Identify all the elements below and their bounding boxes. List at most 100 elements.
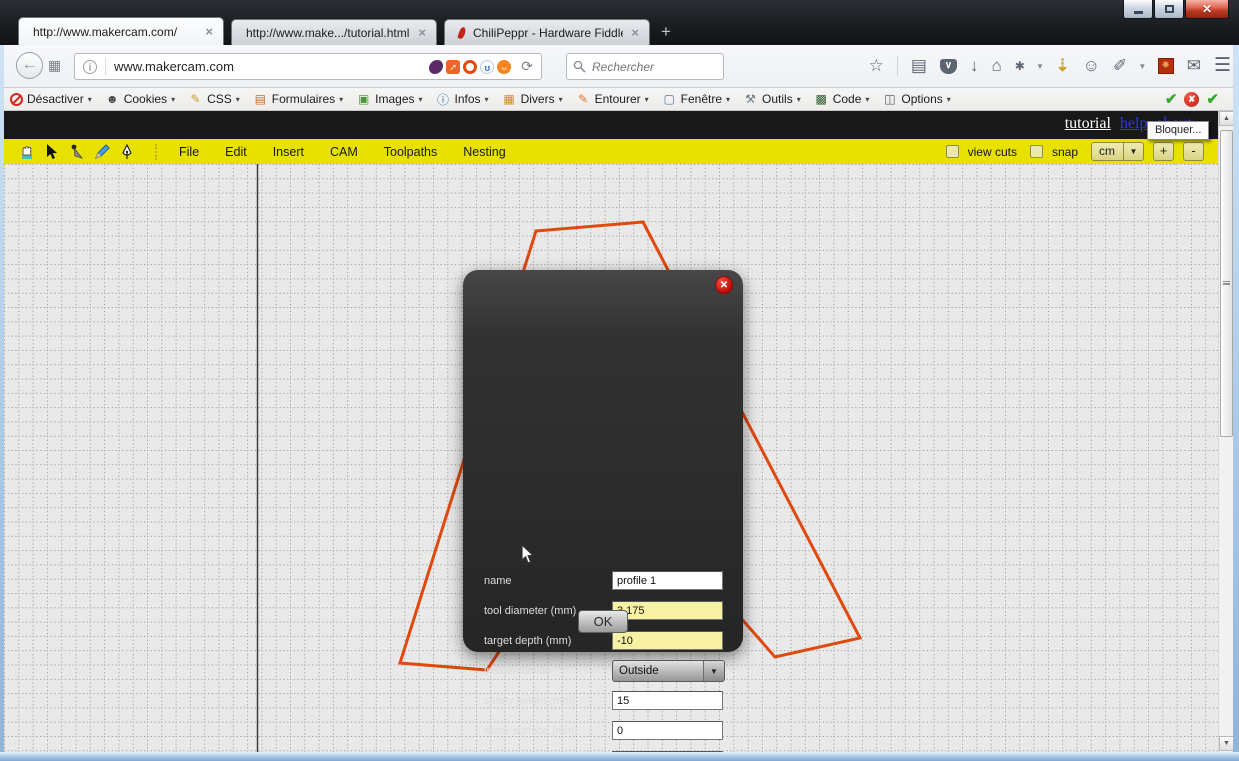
profile-dialog: ✕ name tool diameter (mm) target depth (… <box>463 270 743 652</box>
tab-close-icon[interactable]: × <box>418 25 426 40</box>
swirl-badge-icon[interactable]: ʊ <box>480 60 494 74</box>
target-depth-field[interactable] <box>612 631 723 650</box>
smiley-addon-icon[interactable]: ☺ <box>1083 54 1100 78</box>
divider <box>897 56 898 76</box>
inside-outside-dropdown[interactable]: Outside ▼ <box>612 660 725 682</box>
devbar-item-divers[interactable]: ▦ Divers ▾ <box>502 92 563 106</box>
devbar-item-fenetre[interactable]: ▢ Fenêtre ▾ <box>662 92 730 106</box>
minimize-button[interactable] <box>1123 0 1153 19</box>
unit-dropdown[interactable]: cm ▼ <box>1091 142 1144 161</box>
dropdown-arrow-icon[interactable]: ▼ <box>703 661 724 681</box>
maximize-button[interactable] <box>1154 0 1184 19</box>
name-field[interactable] <box>612 571 723 590</box>
pocket-icon[interactable]: ∨ <box>940 59 957 74</box>
devbar-item-images[interactable]: ▣ Images ▾ <box>356 92 422 106</box>
view-cuts-checkbox[interactable] <box>946 145 959 158</box>
downloads-icon[interactable]: ↓ <box>970 54 979 78</box>
circle-badge-icon[interactable] <box>463 60 477 74</box>
menu-cam[interactable]: CAM <box>330 145 358 159</box>
devbar-item-cookies[interactable]: ☻ Cookies ▾ <box>105 92 175 106</box>
url-bar[interactable]: i www.makercam.com ➚ ʊ ᴗ ⟳ <box>74 53 542 80</box>
devbar-item-desactiver[interactable]: Désactiver ▾ <box>10 92 92 106</box>
stock-surface-field[interactable] <box>612 721 723 740</box>
scrollbar-thumb[interactable] <box>1220 130 1233 437</box>
node-select-icon[interactable] <box>68 143 86 161</box>
chevron-down-icon: ▾ <box>339 95 343 104</box>
close-button[interactable]: ✕ <box>1185 0 1229 19</box>
devbar-item-outils[interactable]: ⚒ Outils ▾ <box>743 92 801 106</box>
tab-tutorial[interactable]: http://www.make.../tutorial.html × <box>231 19 437 45</box>
vertical-scrollbar[interactable]: ▲ ▼ <box>1218 111 1233 752</box>
zoom-in-button[interactable]: + <box>1153 142 1174 161</box>
tool-diameter-field[interactable] <box>612 601 723 620</box>
pepper-icon <box>457 26 466 39</box>
reload-icon[interactable]: ⟳ <box>521 58 533 75</box>
home-icon[interactable]: ⌂ <box>991 54 1001 78</box>
chevron-down-icon: ▾ <box>171 95 175 104</box>
scrapbook-addon-icon[interactable]: ✹ <box>1158 58 1174 74</box>
hamburger-menu-icon[interactable]: ☰ <box>1214 54 1231 78</box>
smiley-badge-icon[interactable]: ᴗ <box>497 60 511 74</box>
tab-chilipeppr[interactable]: ChiliPeppr - Hardware Fiddle × <box>444 19 650 45</box>
bookmark-star-icon[interactable]: ☆ <box>869 54 884 78</box>
pencil-tool-icon[interactable] <box>93 143 111 161</box>
menu-nesting[interactable]: Nesting <box>463 145 505 159</box>
back-button[interactable]: ← <box>16 52 43 79</box>
arrow-badge-icon[interactable]: ➚ <box>446 60 460 74</box>
makercam-toolbar: File Edit Insert CAM Toolpaths Nesting v… <box>4 139 1218 164</box>
safety-height-field[interactable] <box>612 691 723 710</box>
valid-check-icon[interactable]: ✔ <box>1206 90 1219 108</box>
window-border-left <box>0 45 4 761</box>
divider <box>105 58 106 75</box>
snap-checkbox[interactable] <box>1030 145 1043 158</box>
zoom-out-button[interactable]: - <box>1183 142 1204 161</box>
scroll-down-button[interactable]: ▼ <box>1219 736 1234 751</box>
menu-insert[interactable]: Insert <box>273 145 304 159</box>
downthemall-icon[interactable]: ⇣ <box>1055 54 1069 78</box>
chevron-down-icon[interactable]: ▾ <box>1038 54 1043 78</box>
eggplant-icon[interactable] <box>429 60 443 74</box>
devbar-item-formulaires[interactable]: ▤ Formulaires ▾ <box>253 92 343 106</box>
options-icon: ◫ <box>882 92 897 106</box>
field-label-target-depth: target depth (mm) <box>484 635 571 647</box>
url-text[interactable]: www.makercam.com <box>114 59 429 74</box>
ok-button[interactable]: OK <box>578 610 628 633</box>
devbar-item-css[interactable]: ✎ CSS ▾ <box>188 92 240 106</box>
devbar-item-label: Options <box>901 92 942 106</box>
devbar-item-entourer[interactable]: ✎ Entourer ▾ <box>576 92 649 106</box>
valid-check-icon[interactable]: ✔ <box>1165 90 1178 108</box>
pan-hand-icon[interactable] <box>18 143 36 161</box>
close-icon: ✕ <box>1202 2 1212 16</box>
tab-close-icon[interactable]: × <box>631 25 639 40</box>
search-box[interactable] <box>566 53 724 80</box>
devbar-item-code[interactable]: ▩ Code ▾ <box>814 92 870 106</box>
help-link[interactable]: help <box>1120 115 1148 133</box>
page-addon-icons: ➚ ʊ ᴗ <box>429 60 511 74</box>
menu-edit[interactable]: Edit <box>225 145 247 159</box>
menu-file[interactable]: File <box>179 145 199 159</box>
devbar-item-options[interactable]: ◫ Options ▾ <box>882 92 950 106</box>
menu-bar: File Edit Insert CAM Toolpaths Nesting <box>179 145 506 159</box>
devbar-item-infos[interactable]: ⓘ Infos ▾ <box>436 91 489 108</box>
mail-icon[interactable]: ✉ <box>1187 54 1201 78</box>
reading-list-icon[interactable]: ▤ <box>911 54 927 78</box>
menu-toolpaths[interactable]: Toolpaths <box>384 145 438 159</box>
select-arrow-icon[interactable] <box>43 143 61 161</box>
eyedropper-icon[interactable]: ✐ <box>1113 54 1127 78</box>
tutorial-link[interactable]: tutorial <box>1065 115 1111 133</box>
dialog-close-icon[interactable]: ✕ <box>715 276 733 294</box>
site-info-icon[interactable]: i <box>83 60 97 74</box>
thumb-grip <box>1223 281 1230 285</box>
pen-tool-icon[interactable] <box>118 143 136 161</box>
search-input[interactable] <box>592 60 702 74</box>
error-icon[interactable]: ✘ <box>1184 92 1199 107</box>
chevron-down-icon: ▾ <box>88 95 92 104</box>
scroll-up-button[interactable]: ▲ <box>1219 111 1234 126</box>
tab-makercam[interactable]: http://www.makercam.com/ × <box>18 17 224 45</box>
new-tab-button[interactable]: + <box>661 22 671 45</box>
bug-addon-icon[interactable]: ✱ <box>1015 54 1025 78</box>
session-restore-icon[interactable]: ▦ <box>48 57 68 74</box>
chevron-down-icon[interactable]: ▾ <box>1140 54 1145 78</box>
tab-close-icon[interactable]: × <box>205 24 213 39</box>
window-border-right <box>1233 45 1239 761</box>
